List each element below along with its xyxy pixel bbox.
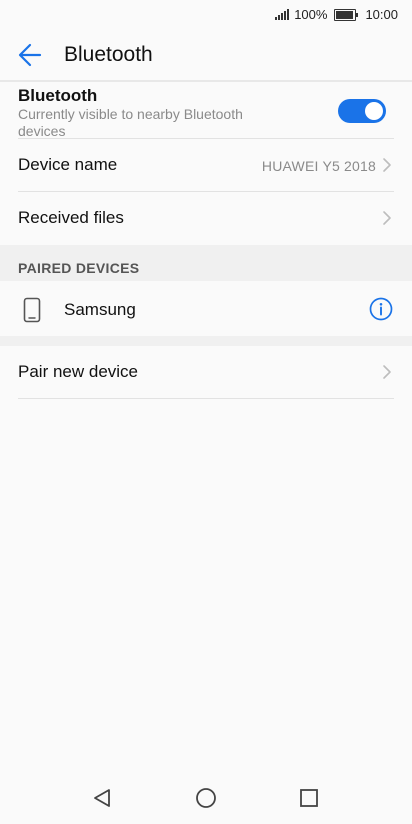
- signal-icon: [275, 9, 290, 20]
- received-files-label: Received files: [18, 208, 124, 227]
- recents-square-icon: [300, 789, 318, 807]
- back-arrow-icon: [18, 43, 42, 67]
- paired-devices-section-header: PAIRED DEVICES: [0, 245, 412, 281]
- nav-recents-button[interactable]: [297, 786, 321, 810]
- device-name-label: Device name: [18, 155, 118, 174]
- status-indicators: 100% 10:00: [275, 7, 398, 22]
- phone-icon: [23, 297, 41, 323]
- home-circle-icon: [196, 788, 216, 808]
- section-header-label: PAIRED DEVICES: [18, 260, 140, 276]
- divider: [18, 398, 394, 399]
- back-triangle-icon: [94, 789, 110, 807]
- pair-new-device-label: Pair new device: [18, 362, 139, 381]
- device-name-value: HUAWEI Y5 2018: [261, 158, 376, 174]
- system-navigation-bar: [0, 768, 412, 824]
- pair-new-device-row[interactable]: Pair new device: [0, 346, 412, 398]
- paired-device-name: Samsung: [64, 300, 136, 319]
- page-title: Bluetooth: [64, 43, 153, 66]
- bluetooth-title: Bluetooth: [18, 86, 98, 105]
- received-files-row[interactable]: Received files: [0, 192, 412, 244]
- section-gap: [0, 336, 412, 346]
- device-info-button[interactable]: [369, 297, 393, 321]
- switch-knob: [365, 102, 383, 120]
- nav-back-button[interactable]: [90, 786, 114, 810]
- chevron-right-icon: [383, 211, 391, 225]
- back-button[interactable]: [14, 39, 48, 71]
- info-icon: [369, 297, 393, 321]
- bluetooth-toggle-row[interactable]: Bluetooth Currently visible to nearby Bl…: [0, 82, 412, 139]
- paired-device-row[interactable]: Samsung: [0, 282, 412, 336]
- bluetooth-visibility-text: Currently visible to nearby Bluetooth de…: [18, 106, 243, 139]
- chevron-right-icon: [383, 158, 391, 172]
- battery-level: [336, 10, 354, 19]
- nav-home-button[interactable]: [194, 786, 218, 810]
- status-time: 10:00: [365, 7, 398, 22]
- device-name-row[interactable]: Device name HUAWEI Y5 2018: [0, 139, 412, 191]
- battery-icon: [334, 8, 359, 21]
- battery-percent: 100%: [294, 7, 328, 22]
- app-bar: Bluetooth: [0, 30, 412, 80]
- bluetooth-switch[interactable]: [338, 99, 386, 123]
- chevron-right-icon: [383, 365, 391, 379]
- status-bar: 100% 10:00: [0, 0, 412, 28]
